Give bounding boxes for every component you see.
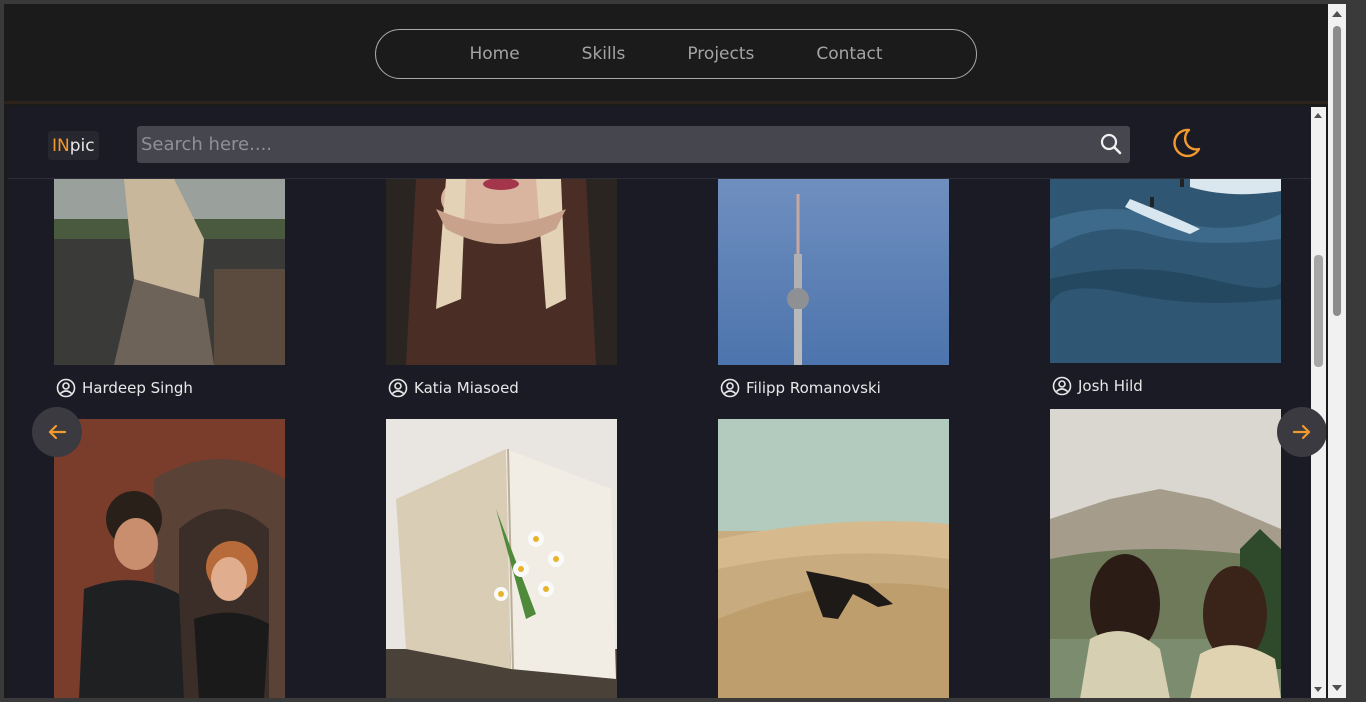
arrow-right-icon: [1292, 424, 1311, 440]
logo-part-pic: pic: [69, 136, 95, 156]
scroll-down-icon[interactable]: [1332, 685, 1342, 691]
search-icon[interactable]: [1099, 132, 1123, 156]
scroll-down-icon[interactable]: [1314, 687, 1322, 692]
user-circle-icon: [720, 378, 740, 398]
search-input[interactable]: [141, 126, 1081, 163]
arrow-left-icon: [48, 424, 67, 440]
photo-desert[interactable]: [718, 419, 949, 698]
nav-contact[interactable]: Contact: [785, 44, 913, 64]
scroll-up-icon[interactable]: [1314, 113, 1322, 118]
scroll-up-icon[interactable]: [1332, 11, 1342, 17]
page-scroll-thumb[interactable]: [1333, 26, 1341, 316]
photo-couple[interactable]: [54, 419, 285, 698]
logo-part-in: IN: [52, 136, 70, 156]
pill-nav: Home Skills Projects Contact: [375, 29, 977, 79]
nav-skills[interactable]: Skills: [551, 44, 657, 64]
prev-button[interactable]: [32, 407, 82, 457]
photo-credit: Hardeep Singh: [56, 378, 193, 398]
inner-scroll-thumb[interactable]: [1314, 255, 1323, 367]
photo-author-name: Filipp Romanovski: [746, 379, 881, 397]
user-circle-icon: [388, 378, 408, 398]
moon-icon[interactable]: [1168, 125, 1204, 161]
photo-hardeep-singh[interactable]: [54, 179, 285, 365]
nav-home[interactable]: Home: [438, 44, 550, 64]
photo-credit: Josh Hild: [1052, 376, 1143, 396]
inpic-app-frame: INpic Search here.... Hardeep Singh Kati…: [8, 107, 1326, 698]
photo-author-name: Katia Miasoed: [414, 379, 519, 397]
photo-grid: Hardeep Singh Katia Miasoed Filipp Roman…: [8, 179, 1311, 698]
photo-book-flowers[interactable]: [386, 419, 617, 698]
nav-projects[interactable]: Projects: [656, 44, 785, 64]
photo-credit: Filipp Romanovski: [720, 378, 881, 398]
top-navbar: Home Skills Projects Contact: [4, 4, 1346, 104]
user-circle-icon: [56, 378, 76, 398]
photo-katia-miasoed[interactable]: [386, 179, 617, 365]
photo-author-name: Josh Hild: [1078, 377, 1143, 395]
photo-credit: Katia Miasoed: [388, 378, 519, 398]
browser-window: Home Skills Projects Contact INpic Searc…: [4, 4, 1346, 698]
photo-filipp-romanovski[interactable]: [718, 179, 949, 365]
logo[interactable]: INpic: [48, 131, 99, 160]
page-scrollbar[interactable]: [1328, 4, 1346, 698]
inner-scrollbar[interactable]: [1311, 107, 1326, 698]
photo-author-name: Hardeep Singh: [82, 379, 193, 397]
next-button[interactable]: [1277, 407, 1326, 457]
photo-josh-hild[interactable]: [1050, 179, 1281, 363]
user-circle-icon: [1052, 376, 1072, 396]
photo-women-mountains[interactable]: [1050, 409, 1281, 698]
search-bar: [137, 126, 1130, 163]
app-header: INpic: [8, 107, 1311, 179]
